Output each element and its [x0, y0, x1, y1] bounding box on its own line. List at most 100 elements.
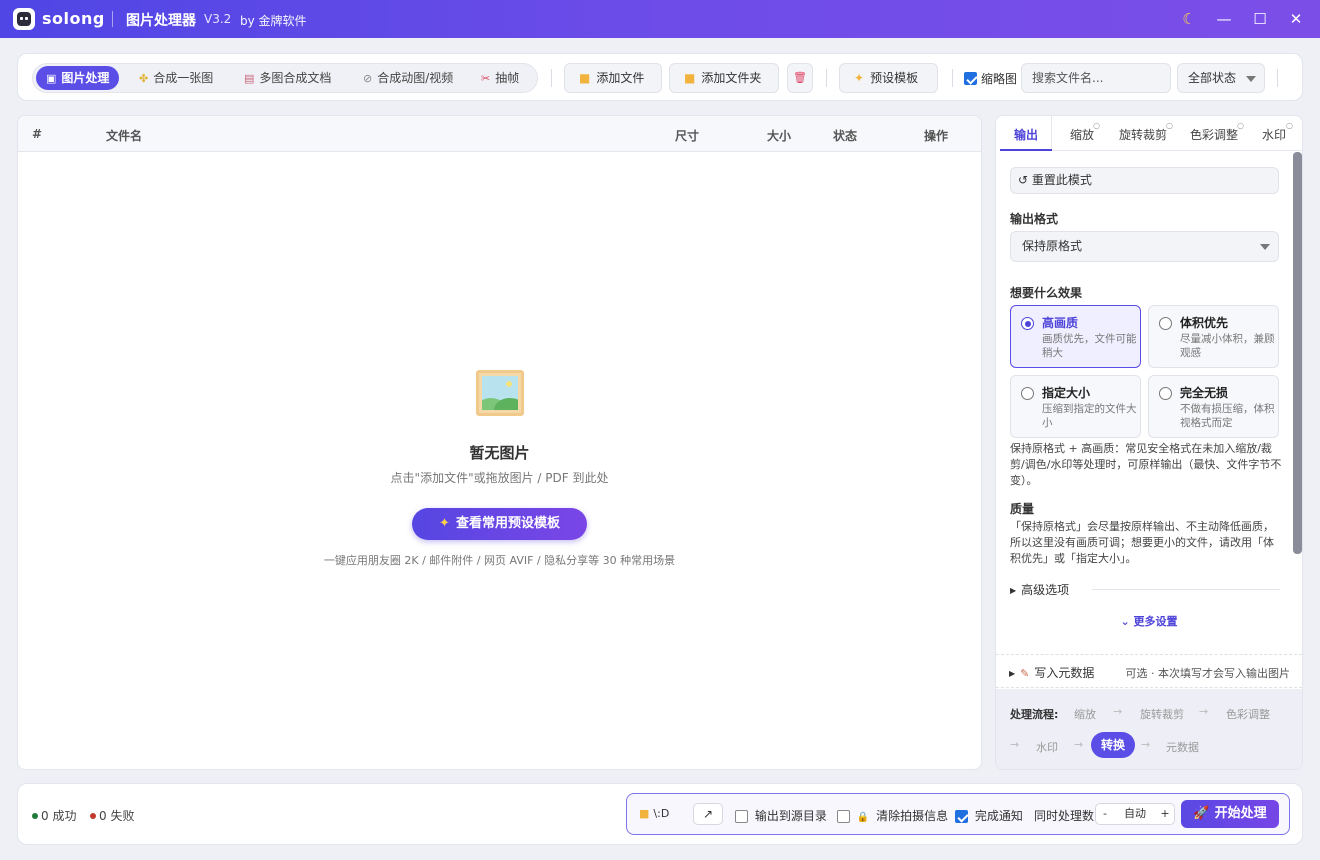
tab-merge-one[interactable]: ✤ 合成一张图	[129, 66, 223, 90]
tab-color-adjust[interactable]: 色彩调整	[1190, 126, 1238, 143]
toolbar-divider	[826, 69, 827, 87]
tab-rotate-crop[interactable]: 旋转裁剪	[1119, 126, 1167, 143]
title-divider	[112, 11, 113, 27]
effect-radio[interactable]	[1021, 317, 1034, 330]
more-settings-link[interactable]: ⌄ 更多设置	[996, 613, 1302, 629]
tab-output[interactable]: 输出	[1014, 126, 1038, 143]
maximize-button[interactable]: ☐	[1249, 8, 1271, 30]
metadata-title: 写入元数据	[1034, 666, 1095, 680]
status-filter-value: 全部状态	[1188, 71, 1237, 85]
decrement-button[interactable]: -	[1096, 804, 1114, 824]
reset-mode-button[interactable]: ↺ 重置此模式	[1010, 167, 1279, 194]
notify-toggle[interactable]: 完成通知	[955, 807, 1023, 824]
output-format-label: 输出格式	[1010, 212, 1059, 226]
metadata-toggle[interactable]: ▶ ✎ 写入元数据	[1009, 664, 1094, 681]
scissors-icon: ✂	[481, 72, 491, 85]
clear-exif-label: 清除拍摄信息	[876, 809, 949, 823]
output-format-select[interactable]: 保持原格式	[1010, 231, 1279, 262]
tab-indicator-icon: ○	[1093, 121, 1100, 130]
output-to-source-toggle[interactable]: 输出到源目录	[735, 807, 827, 824]
folder-icon: ■	[579, 71, 591, 85]
pipeline-step: 缩放	[1074, 708, 1096, 721]
output-to-source-checkbox[interactable]	[735, 810, 748, 823]
quality-note: 「保持原格式」会尽量按原样输出、不主动降低画质，所以这里没有画质可调；想要更小的…	[1010, 520, 1274, 565]
view-presets-label: 查看常用预设模板	[455, 516, 560, 531]
status-filter-select[interactable]: 全部状态	[1177, 63, 1265, 93]
pipeline-step: 元数据	[1166, 741, 1199, 754]
chevron-down-icon	[1260, 244, 1270, 250]
settings-tabs: 输出 缩放 ○ 旋转裁剪 ○ 色彩调整 ○ 水印 ○	[996, 116, 1302, 151]
rocket-icon: 🚀	[1193, 806, 1210, 821]
thumbnail-label: 缩略图	[981, 72, 1018, 86]
pipeline-current-step: 转换	[1091, 732, 1135, 758]
close-button[interactable]: ✕	[1285, 8, 1307, 30]
minimize-button[interactable]: —	[1213, 8, 1235, 30]
caret-right-icon: ▶	[1010, 586, 1017, 595]
start-button[interactable]: 🚀 开始处理	[1181, 800, 1279, 828]
sparkle-icon: ✦	[439, 516, 450, 531]
effect-size-priority[interactable]: 体积优先 尽量减小体积，兼顾观感	[1148, 305, 1279, 368]
delete-button[interactable]: 🗑	[787, 63, 813, 93]
tab-merge-doc[interactable]: ▤ 多图合成文档	[234, 66, 341, 90]
tab-extract-frames[interactable]: ✂ 抽帧	[471, 66, 529, 90]
thumbnail-toggle[interactable]: 缩略图	[964, 70, 1017, 87]
add-folder-button[interactable]: ■ 添加文件夹	[669, 63, 779, 93]
puzzle-icon: ✤	[139, 72, 149, 85]
divider	[1092, 589, 1280, 590]
effect-desc: 尽量减小体积，兼顾观感	[1180, 333, 1275, 359]
mode-tabs: ▣ 图片处理 ✤ 合成一张图 ▤ 多图合成文档 ⊘ 合成动图/视频 ✂ 抽帧	[32, 63, 538, 93]
theme-toggle-icon[interactable]: ☾	[1178, 8, 1200, 30]
app-title: 图片处理器	[126, 13, 196, 29]
clear-exif-checkbox[interactable]	[837, 810, 850, 823]
tab-scale[interactable]: 缩放	[1070, 126, 1094, 143]
empty-state-hint: 点击"添加文件"或拖放图片 / PDF 到此处	[390, 471, 609, 485]
pipeline-step: 旋转裁剪	[1140, 708, 1184, 721]
tab-image-process[interactable]: ▣ 图片处理	[36, 66, 120, 90]
increment-button[interactable]: +	[1156, 804, 1174, 824]
column-header-index[interactable]: #	[32, 127, 42, 141]
document-icon: ▤	[244, 72, 255, 85]
fail-dot-icon	[90, 813, 96, 819]
add-file-button[interactable]: ■ 添加文件	[564, 63, 662, 93]
effect-radio[interactable]	[1159, 387, 1172, 400]
view-presets-button[interactable]: ✦ 查看常用预设模板	[412, 508, 587, 540]
tab-watermark[interactable]: 水印	[1262, 126, 1286, 143]
column-header-dimensions[interactable]: 尺寸	[675, 127, 699, 144]
app-name: solong	[42, 9, 105, 28]
output-format-value: 保持原格式	[1022, 239, 1083, 253]
search-input[interactable]	[1021, 63, 1171, 93]
output-path-button[interactable]: ■ \:D	[639, 803, 685, 825]
clear-exif-toggle[interactable]: 🔒 清除拍摄信息	[837, 807, 948, 824]
advanced-options-toggle[interactable]: ▶ 高级选项	[1010, 581, 1280, 597]
effect-title: 高画质	[1042, 316, 1079, 330]
notify-checkbox[interactable]	[955, 810, 968, 823]
app-version: V3.2	[204, 12, 232, 26]
output-path-label: \:D	[653, 807, 670, 820]
advanced-options-label: 高级选项	[1021, 583, 1070, 597]
effect-title: 指定大小	[1042, 386, 1091, 400]
notify-label: 完成通知	[974, 809, 1023, 823]
status-bar: 0 成功 0 失败 ■ \:D ↗ 输出到源目录 🔒 清除拍摄信息 完成通知 同时…	[17, 783, 1303, 845]
settings-scrollbar[interactable]	[1293, 152, 1302, 554]
effect-radio[interactable]	[1159, 317, 1172, 330]
metadata-section: ▶ ✎ 写入元数据 可选 · 本次填写才会写入输出图片	[996, 654, 1302, 688]
app-logo-icon	[13, 8, 35, 30]
effect-high-quality[interactable]: 高画质 画质优先，文件可能稍大	[1010, 305, 1141, 368]
open-output-button[interactable]: ↗	[693, 803, 723, 825]
effect-radio[interactable]	[1021, 387, 1034, 400]
column-header-filename[interactable]: 文件名	[106, 127, 142, 144]
arrow-right-icon: →	[1074, 738, 1084, 751]
tab-indicator-icon: ○	[1237, 121, 1244, 130]
effect-lossless[interactable]: 完全无损 不做有损压缩，体积视格式而定	[1148, 375, 1279, 438]
column-header-size[interactable]: 大小	[767, 127, 791, 144]
column-header-status[interactable]: 状态	[833, 127, 857, 144]
effect-target-size[interactable]: 指定大小 压缩到指定的文件大小	[1010, 375, 1141, 438]
title-bar: solong 图片处理器 V3.2 by 金牌软件 ☾ — ☐ ✕	[0, 0, 1320, 38]
pipeline-flow: 处理流程: 缩放 → 旋转裁剪 → 色彩调整 → 水印 → 转换 → 元数据	[996, 689, 1302, 769]
tab-merge-animation[interactable]: ⊘ 合成动图/视频	[353, 66, 463, 90]
thumbnail-checkbox[interactable]	[964, 72, 977, 85]
preset-template-button[interactable]: ✦ 预设模板	[839, 63, 938, 93]
concurrency-value[interactable]: 自动	[1114, 804, 1156, 824]
tab-indicator-icon: ○	[1166, 121, 1173, 130]
trash-icon: 🗑	[793, 71, 807, 84]
